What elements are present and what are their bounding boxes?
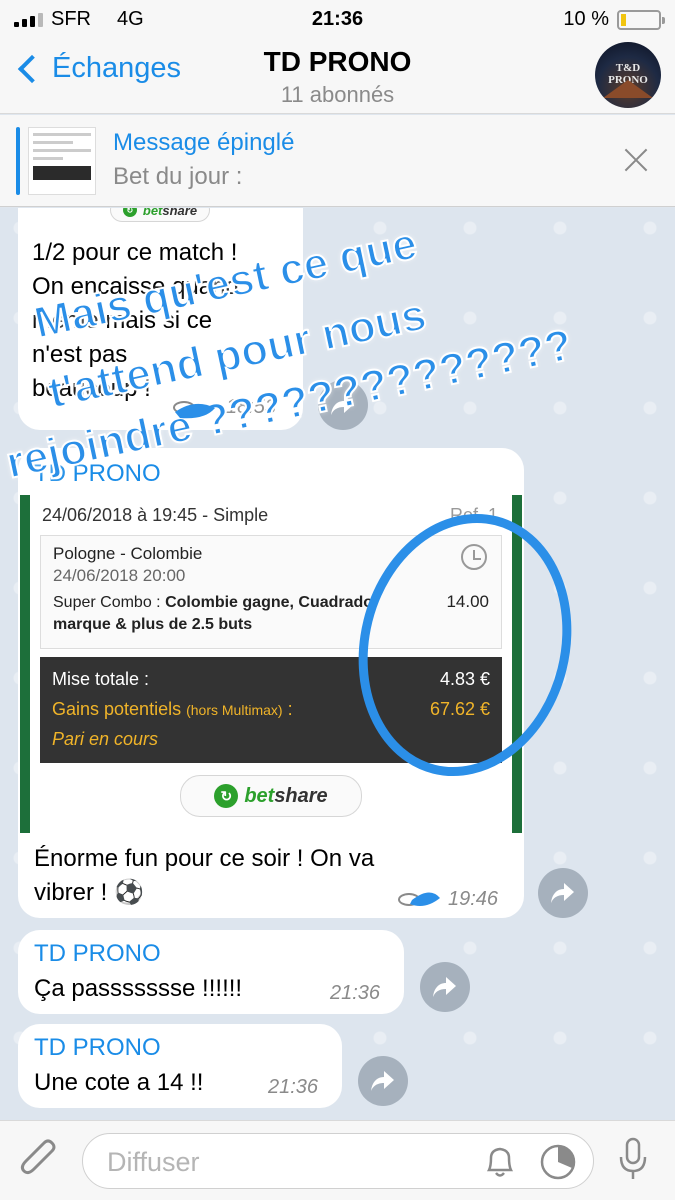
forward-button[interactable]	[420, 962, 470, 1012]
subscriber-count: 11 abonnés	[280, 82, 395, 107]
message-text: Énorme fun pour ce soir ! On va vibrer !…	[34, 845, 375, 906]
bet-ref: Ref. 1	[449, 505, 498, 525]
bet-details: Pologne - Colombie 24/06/2018 20:00 Supe…	[40, 535, 502, 649]
message-bubble[interactable]: TD PRONO Ça passssssse !!!!!! 21:36	[18, 930, 404, 1014]
betshare-icon: ↻	[122, 208, 137, 217]
pinned-accent-bar	[16, 127, 20, 195]
timer-icon[interactable]	[538, 1142, 578, 1182]
betshare-logo[interactable]: ↻ betshare	[180, 775, 362, 817]
message-bubble[interactable]: ↻ betshare 1/2 pour ce match ! On encais…	[18, 208, 303, 430]
chat-area[interactable]: ↻ betshare 1/2 pour ce match ! On encais…	[0, 208, 675, 1120]
gains-value: 67.62 €	[429, 699, 490, 719]
message-text: Ça passssssse !!!!!!	[34, 975, 243, 1002]
forward-icon	[371, 1071, 394, 1091]
views-icon	[173, 401, 195, 414]
betshare-logo: ↻ betshare	[110, 208, 210, 222]
input-bar: Diffuser	[0, 1120, 675, 1200]
pinned-title: Message épinglé	[113, 129, 295, 156]
pinned-thumbnail	[28, 127, 96, 195]
nav-bar: Échanges TD PRONO 11 abonnés T&D PRONO	[0, 38, 675, 114]
microphone-icon[interactable]	[618, 1137, 648, 1183]
history-icon	[461, 544, 487, 570]
message-time: 21:36	[330, 982, 381, 1004]
message-time: 19:46	[448, 888, 499, 910]
mise-label: Mise totale :	[52, 669, 150, 689]
bet-match-date: 24/06/2018 20:00	[53, 566, 186, 585]
message-sender: TD PRONO	[34, 1034, 161, 1061]
attach-icon[interactable]	[20, 1139, 60, 1183]
status-bar: SFR 4G 21:36 10 %	[0, 0, 675, 38]
message-sender: TD PRONO	[34, 940, 161, 967]
input-placeholder: Diffuser	[107, 1147, 200, 1177]
mise-value: 4.83 €	[439, 669, 490, 689]
status-right: 10 %	[563, 8, 665, 31]
battery-icon	[617, 9, 665, 30]
gains-label: Gains potentiels (hors Multimax) :	[52, 699, 293, 719]
bet-summary: Mise totale : 4.83 € Gains potentiels (h…	[40, 657, 502, 763]
forward-button[interactable]	[358, 1056, 408, 1106]
forward-button[interactable]	[538, 868, 588, 918]
message-bubble[interactable]: TD PRONO Une cote a 14 !! 21:36	[18, 1024, 342, 1108]
message-sender: TD PRONO	[34, 460, 161, 487]
betshare-icon: ↻	[214, 784, 239, 808]
pinned-message[interactable]: Message épinglé Bet du jour :	[0, 115, 675, 207]
views-icon	[398, 893, 420, 906]
pinned-text: Bet du jour :	[113, 163, 243, 190]
close-icon[interactable]	[623, 147, 649, 173]
forward-icon	[331, 395, 354, 415]
message-text: 1/2 pour ce match ! On encaisse quand mê…	[32, 239, 239, 402]
message-input[interactable]: Diffuser	[82, 1133, 594, 1189]
bet-match: Pologne - Colombie	[53, 544, 203, 563]
forward-icon	[433, 977, 456, 997]
bet-card[interactable]: 24/06/2018 à 19:45 - Simple Ref. 1 Polog…	[20, 495, 522, 833]
bet-combo: Super Combo : Colombie gagne, Cuadrado m…	[53, 594, 374, 633]
message-text: Une cote a 14 !!	[34, 1069, 204, 1096]
bet-odds: 14.00	[446, 592, 489, 611]
battery-label: 10 %	[563, 8, 609, 30]
bet-status: Pari en cours	[52, 729, 159, 749]
forward-icon	[551, 883, 574, 903]
forward-button[interactable]	[318, 380, 368, 430]
message-time: 21:36	[268, 1076, 319, 1098]
bell-icon[interactable]	[483, 1144, 517, 1180]
channel-title[interactable]: TD PRONO	[0, 46, 675, 78]
bet-date: 24/06/2018 à 19:45 - Simple	[42, 505, 269, 525]
avatar[interactable]: T&D PRONO	[595, 42, 661, 108]
message-time: 18:53	[226, 396, 277, 418]
